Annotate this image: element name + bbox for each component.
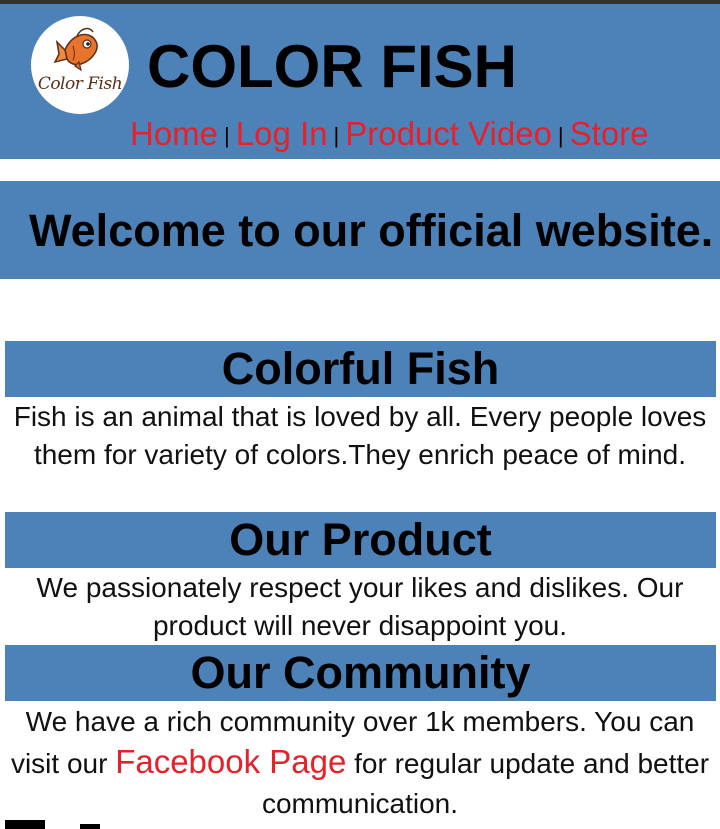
section-text-our-product: We passionately respect your likes and d… xyxy=(36,572,684,641)
site-logo[interactable]: Color Fish xyxy=(31,16,129,114)
welcome-heading: Welcome to our official website. xyxy=(29,205,714,256)
nav-separator: | xyxy=(224,123,230,148)
main-nav: Home | Log In | Product Video | Store xyxy=(130,114,649,156)
section-title-our-product: Our Product xyxy=(5,512,716,568)
section-text-colorful-fish: Fish is an animal that is loved by all. … xyxy=(13,401,707,470)
nav-separator: | xyxy=(557,123,564,148)
site-title: COLOR FISH xyxy=(147,33,517,100)
nav-product-video-link[interactable]: Product Video xyxy=(345,115,552,152)
nav-home-link[interactable]: Home xyxy=(130,115,218,152)
nav-login-link[interactable]: Log In xyxy=(236,115,328,152)
site-header: Color Fish COLOR FISH Home | Log In | Produc… xyxy=(0,4,720,159)
section-title-our-community: Our Community xyxy=(5,645,716,701)
facebook-page-link[interactable]: Facebook Page xyxy=(115,743,346,780)
nav-separator: | xyxy=(333,123,340,148)
clipped-next-heading xyxy=(80,824,100,829)
fish-icon xyxy=(53,27,98,72)
nav-store-link[interactable]: Store xyxy=(570,115,649,152)
welcome-banner: Welcome to our official website. xyxy=(0,181,720,279)
logo-text: Color Fish xyxy=(37,74,123,94)
clipped-next-heading xyxy=(5,820,45,829)
section-text-our-community: We have a rich community over 1k members… xyxy=(0,702,720,824)
section-title-colorful-fish: Colorful Fish xyxy=(5,341,716,397)
